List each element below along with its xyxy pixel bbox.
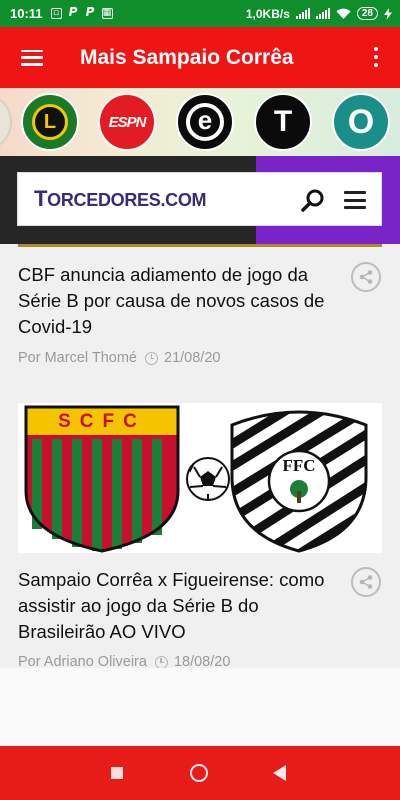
p-icon: P [68, 5, 78, 19]
article-meta: Por Marcel Thomé 21/08/20 [18, 350, 220, 366]
article-author: Por Marcel Thomé [18, 350, 137, 366]
partial-channel-icon[interactable] [0, 93, 12, 151]
banner-menu-button[interactable] [344, 191, 366, 209]
home-button[interactable] [190, 764, 208, 782]
o-label: O [347, 102, 375, 141]
sampaio-crest-letters: SCFC [58, 411, 146, 432]
article-date: 18/08/20 [173, 654, 231, 668]
menu-line [21, 56, 43, 59]
menu-line [344, 191, 366, 194]
empty-area [0, 668, 400, 746]
menu-line [344, 206, 366, 209]
charging-icon [384, 7, 392, 20]
dot [374, 63, 378, 67]
t-label: T [273, 105, 293, 138]
share-icon [359, 575, 373, 589]
share-icon [359, 270, 373, 284]
dot [374, 47, 378, 51]
app-title: Mais Sampaio Corrêa [80, 45, 294, 69]
clock-icon [145, 351, 158, 365]
figueirense-crest-letters: FFC [282, 456, 315, 475]
lance-channel-icon[interactable]: L [21, 93, 79, 151]
article-title[interactable]: Sampaio Corrêa x Figueirense: como assis… [18, 567, 338, 645]
news-feed[interactable]: CBF anuncia adiamento de jogo da Série B… [0, 244, 400, 668]
article-date: 21/08/20 [164, 350, 221, 366]
espn-label: ESPN [108, 113, 147, 131]
share-button[interactable] [351, 567, 381, 597]
clock-icon [154, 655, 168, 668]
grid-icon: ▦ [101, 8, 113, 19]
battery-icon: 28 [356, 7, 378, 20]
menu-line [344, 198, 366, 202]
app-bar: Mais Sampaio Corrêa [0, 27, 400, 88]
menu-line [21, 49, 43, 52]
lance-label: L [43, 110, 57, 133]
more-options-button[interactable] [374, 47, 378, 67]
t-channel-icon[interactable]: T [254, 93, 312, 151]
signal-icon [315, 8, 330, 19]
espn-channel-icon[interactable]: ESPN [98, 93, 156, 151]
net-speed: 1,0KB/s [245, 6, 290, 21]
image-icon: ▫ [50, 8, 62, 19]
status-right: 1,0KB/s 28 [246, 0, 392, 27]
lance-logo: L [32, 104, 68, 140]
brand-first-letter: T [34, 186, 48, 211]
menu-button[interactable] [21, 49, 43, 66]
brand-logo: TORCEDORES.COM [34, 186, 207, 212]
menu-line [21, 63, 43, 66]
sampaio-crest-icon: SCFC [24, 405, 180, 553]
o-channel-icon[interactable]: O [332, 93, 390, 151]
article-meta: Por Adriano Oliveira 18/08/20 [18, 654, 230, 668]
previous-image-edge [18, 244, 382, 247]
dot [374, 55, 378, 59]
e-channel-icon[interactable]: e [176, 93, 234, 151]
channel-strip: L ESPN e T O [0, 88, 400, 156]
e-label: e [197, 105, 213, 135]
notification-icons: ▫ P P ▦ [50, 5, 113, 19]
article-image[interactable]: SCFC FFC [18, 403, 382, 553]
p-icon: P [85, 5, 95, 19]
status-time: 10:11 [10, 6, 43, 21]
ad-banner: TORCEDORES.COM [0, 156, 400, 244]
wifi-icon [336, 8, 351, 19]
soccer-ball-icon [186, 457, 230, 501]
system-nav-bar [0, 746, 400, 800]
signal-icon [295, 8, 310, 19]
recent-apps-button[interactable] [111, 767, 123, 779]
article-author: Por Adriano Oliveira [18, 654, 147, 668]
brand-rest: ORCEDORES.COM [47, 190, 207, 210]
article-title[interactable]: CBF anuncia adiamento de jogo da Série B… [18, 262, 338, 340]
search-icon[interactable] [300, 187, 326, 213]
match-image: SCFC FFC [24, 405, 368, 553]
share-button[interactable] [351, 262, 381, 292]
back-button[interactable] [273, 765, 286, 781]
banner-box[interactable]: TORCEDORES.COM [17, 172, 382, 226]
e-logo: e [186, 103, 224, 141]
status-bar: 10:11 ▫ P P ▦ 1,0KB/s 28 [0, 0, 400, 27]
